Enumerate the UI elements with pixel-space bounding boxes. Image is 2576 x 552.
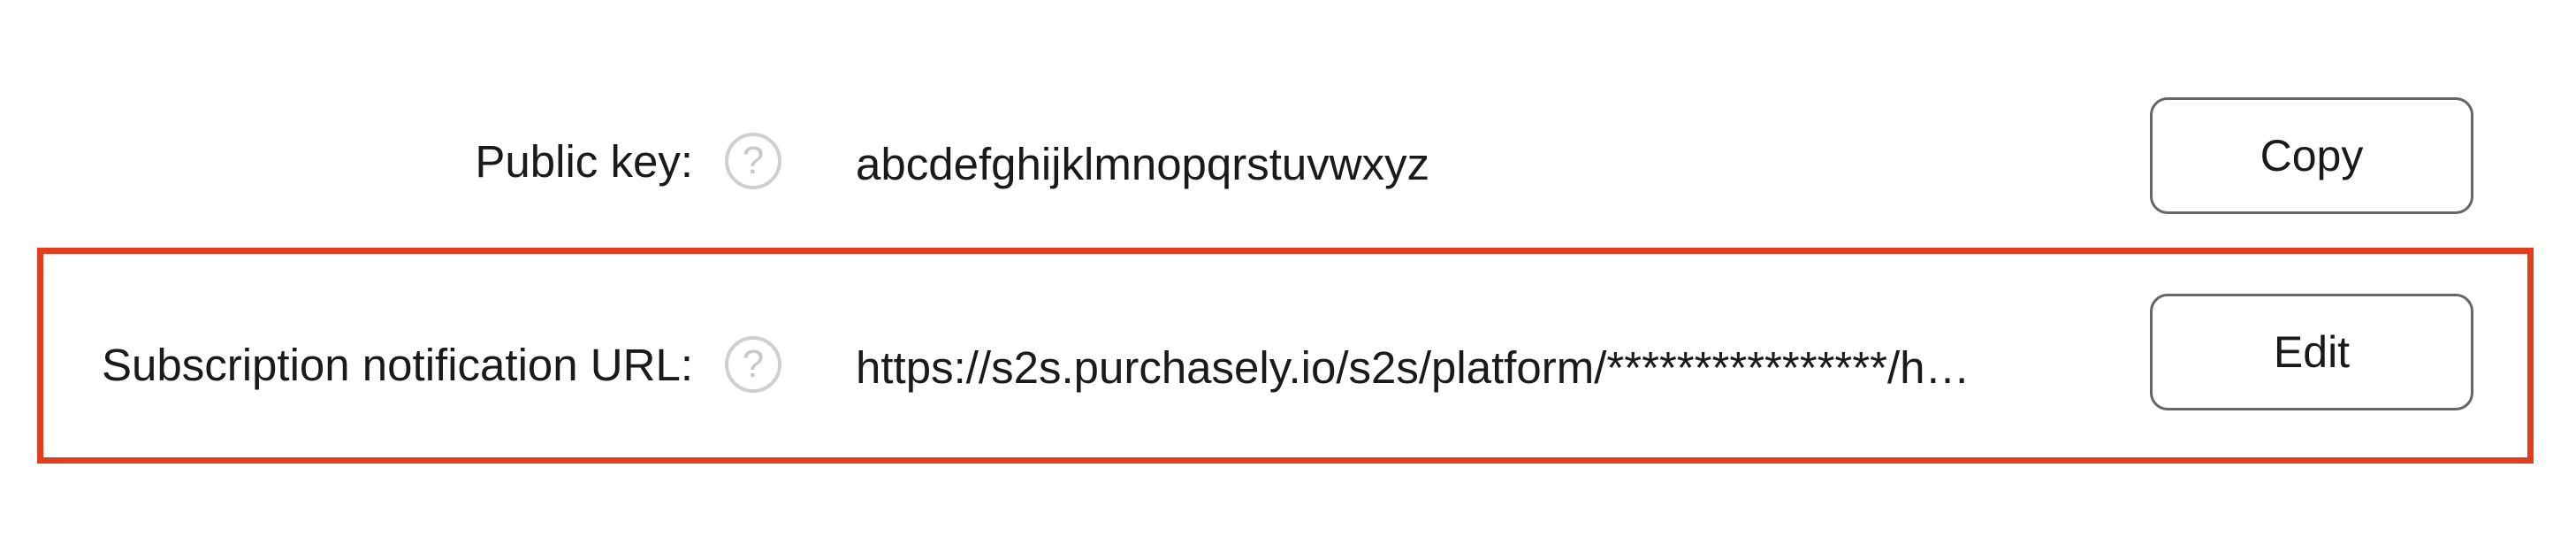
edit-button[interactable]: Edit	[2150, 294, 2473, 410]
public-key-label: Public key:	[475, 136, 693, 187]
public-key-value: abcdefghijklmnopqrstuvwxyz	[856, 139, 1430, 189]
help-question-icon[interactable]: ?	[725, 133, 781, 189]
subscription-url-label: Subscription notification URL:	[101, 340, 693, 390]
help-question-icon[interactable]: ?	[725, 336, 781, 393]
subscription-url-value: https://s2s.purchasely.io/s2s/platform/*…	[856, 342, 1970, 393]
public-key-row: Public key: ? abcdefghijklmnopqrstuvwxyz…	[0, 97, 2576, 219]
copy-button[interactable]: Copy	[2150, 97, 2473, 214]
subscription-url-row: Subscription notification URL: ? https:/…	[0, 294, 2576, 423]
